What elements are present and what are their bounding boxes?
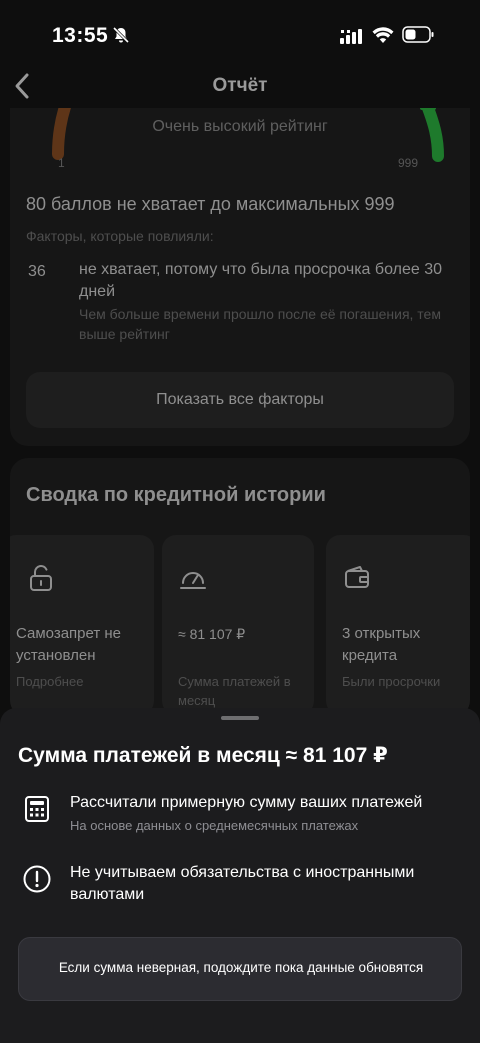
row-title: Не учитываем обязательства с иностранным…	[70, 864, 415, 903]
rating-label: Очень высокий рейтинг	[152, 118, 328, 135]
factor-title: не хватает, потому что была просрочка бо…	[79, 261, 442, 300]
bell-muted-icon	[112, 26, 130, 44]
battery-icon	[402, 26, 434, 43]
tile-title: Самозапрет не установлен	[16, 625, 122, 664]
row-subtitle: На основе данных о среднемесячных платеж…	[70, 818, 359, 833]
lock-icon	[30, 565, 52, 591]
status-bar: 13:55	[0, 0, 480, 70]
summary-tile-self-ban[interactable]: Самозапрет не установлен Подробнее	[10, 535, 154, 715]
factors-label: Факторы, которые повлияли:	[26, 228, 214, 244]
show-all-factors-button[interactable]: Показать все факторы	[26, 372, 454, 428]
factor-points: 36	[28, 263, 46, 280]
notice-text: Если сумма неверная, подождите пока данн…	[58, 960, 424, 975]
factor-description: Чем больше времени прошло после её погаш…	[79, 306, 441, 342]
summary-tile-monthly-payments[interactable]: ≈ 81 107 ₽ Сумма платежей в месяц	[162, 535, 314, 715]
sheet-title: Сумма платежей в месяц ≈ 81 107 ₽	[18, 744, 388, 767]
row-title: Рассчитали примерную сумму ваших платеже…	[70, 794, 423, 811]
score-headline: 80 баллов не хватает до максимальных 999	[26, 194, 395, 214]
gauge-min-label: 1	[58, 156, 65, 170]
calculator-icon	[25, 796, 49, 822]
cellular-signal-icon	[340, 29, 362, 44]
nav-bar: Отчёт	[0, 64, 480, 108]
sheet-drag-handle[interactable]	[221, 716, 259, 720]
tile-subtitle: Были просрочки	[342, 674, 441, 689]
gauge-low-end	[52, 108, 71, 160]
status-time: 13:55	[52, 24, 109, 47]
tile-subtitle: Сумма платежей в месяц	[178, 674, 291, 708]
gauge-icon	[180, 572, 206, 589]
notice-banner: Если сумма неверная, подождите пока данн…	[18, 937, 462, 1001]
tile-subtitle: Подробнее	[16, 674, 84, 689]
wallet-icon	[345, 566, 369, 588]
page-title: Отчёт	[212, 75, 268, 96]
wifi-icon	[372, 27, 394, 43]
summary-title: Сводка по кредитной истории	[26, 484, 326, 506]
gauge-max-label: 999	[398, 156, 419, 170]
credit-summary-card: Сводка по кредитной истории Самозапрет н…	[10, 458, 470, 718]
tile-title: ≈ 81 107 ₽	[178, 626, 246, 642]
score-card: Очень высокий рейтинг 1 999 80 баллов не…	[10, 108, 470, 446]
bottom-sheet: Сумма платежей в месяц ≈ 81 107 ₽ Рассчи…	[0, 708, 480, 1043]
info-icon	[23, 865, 51, 893]
tile-title: 3 открытых кредита	[342, 625, 421, 664]
summary-tile-open-credits[interactable]: 3 открытых кредита Были просрочки	[326, 535, 470, 715]
